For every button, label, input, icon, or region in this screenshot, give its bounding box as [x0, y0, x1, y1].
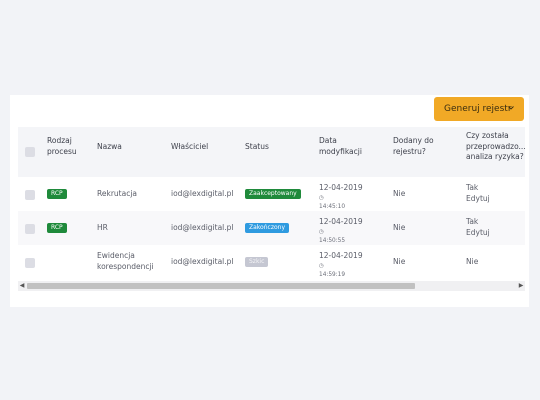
clock-icon: ◷	[319, 194, 324, 201]
modified-date: 12-04-2019 ◷ 14:50:55	[319, 217, 363, 244]
horizontal-scrollbar[interactable]: ◀ ▶	[18, 281, 525, 291]
risk-analysis-value: Tak Edytuj	[466, 217, 490, 239]
edit-link[interactable]: Edytuj	[466, 194, 490, 205]
status-badge: Szkic	[245, 257, 269, 267]
risk-analysis-value: Nie	[466, 257, 479, 266]
arrow-left-icon[interactable]: ◀	[18, 281, 26, 291]
generate-register-label: Generuj rejestr	[444, 104, 512, 114]
header-risk-analysis[interactable]: Czy została przeprowadzo... analiza ryzy…	[466, 131, 525, 163]
header-owner[interactable]: Właściciel	[171, 142, 208, 153]
process-name[interactable]: HR	[97, 223, 108, 234]
clock-icon: ◷	[319, 262, 324, 269]
owner-email: iod@lexdigital.pl	[171, 257, 234, 266]
process-table: Rodzaj procesu Nazwa Właściciel Status D…	[18, 127, 525, 293]
owner-email: iod@lexdigital.pl	[171, 189, 234, 198]
header-name[interactable]: Nazwa	[97, 142, 122, 153]
row-checkbox[interactable]	[25, 190, 35, 200]
risk-analysis-value: Tak Edytuj	[466, 183, 490, 205]
header-added[interactable]: Dodany do rejestru?	[393, 136, 434, 157]
added-value: Nie	[393, 257, 406, 266]
table-row[interactable]: Ewidencja korespondencji iod@lexdigital.…	[18, 245, 525, 279]
generate-register-button[interactable]: Generuj rejestr	[434, 97, 524, 121]
added-value: Nie	[393, 189, 406, 198]
scrollbar-thumb[interactable]	[27, 283, 415, 289]
status-badge: Zaakceptowany	[245, 189, 301, 199]
header-type[interactable]: Rodzaj procesu	[47, 136, 77, 157]
table-header: Rodzaj procesu Nazwa Właściciel Status D…	[18, 127, 525, 177]
arrow-right-icon[interactable]: ▶	[517, 281, 525, 291]
added-value: Nie	[393, 223, 406, 232]
select-all-checkbox[interactable]	[25, 147, 35, 157]
status-badge: Zakończony	[245, 223, 289, 233]
row-checkbox[interactable]	[25, 224, 35, 234]
process-name[interactable]: Ewidencja korespondencji	[97, 251, 154, 272]
owner-email: iod@lexdigital.pl	[171, 223, 234, 232]
row-checkbox[interactable]	[25, 258, 35, 268]
register-panel: Generuj rejestr Rodzaj procesu Nazwa Wła…	[10, 95, 529, 307]
modified-date: 12-04-2019 ◷ 14:59:19	[319, 251, 363, 278]
header-status[interactable]: Status	[245, 142, 269, 153]
type-badge: RCP	[47, 223, 67, 233]
modified-date: 12-04-2019 ◷ 14:45:10	[319, 183, 363, 210]
process-name[interactable]: Rekrutacja	[97, 189, 137, 200]
header-modified[interactable]: Data modyfikacji	[319, 136, 362, 157]
table-row[interactable]: RCP HR iod@lexdigital.pl Zakończony 12-0…	[18, 211, 525, 245]
clock-icon: ◷	[319, 228, 324, 235]
chevron-down-icon	[508, 106, 514, 110]
type-badge: RCP	[47, 189, 67, 199]
edit-link[interactable]: Edytuj	[466, 228, 490, 239]
table-row[interactable]: RCP Rekrutacja iod@lexdigital.pl Zaakcep…	[18, 177, 525, 211]
